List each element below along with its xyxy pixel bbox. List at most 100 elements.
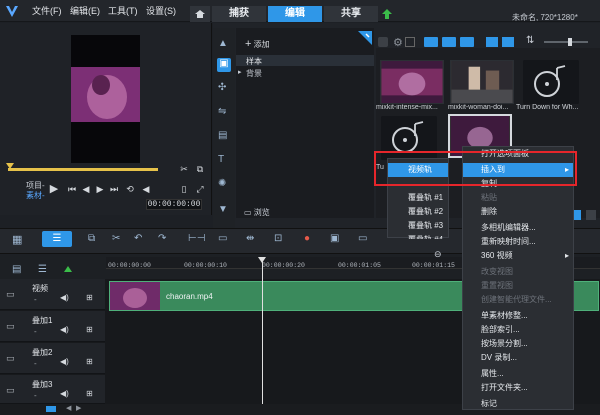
split-icon[interactable]: ⧉ xyxy=(194,163,206,175)
audio-thumb-1[interactable] xyxy=(523,60,579,104)
collapse-down-icon[interactable]: ▼ xyxy=(218,204,228,215)
import-icon[interactable] xyxy=(378,37,388,47)
menu-file[interactable]: 文件(F) xyxy=(32,4,62,18)
submenu-overlay-1[interactable]: 覆叠轨 #1 xyxy=(388,191,448,205)
scroll-right-icon[interactable]: ▶ xyxy=(76,404,81,412)
scroll-indicator[interactable] xyxy=(46,406,56,412)
mute-icon[interactable]: ◀) xyxy=(60,293,69,302)
checkbox-filter[interactable] xyxy=(405,37,415,47)
grid-icon[interactable]: ⊞ xyxy=(86,293,93,302)
go-start-icon[interactable]: ⏮ xyxy=(66,183,78,195)
browse-button[interactable]: ▭ 浏览 xyxy=(244,207,270,218)
track-manager-icon[interactable]: ▤ xyxy=(12,264,21,275)
clip-icon[interactable]: ▯ xyxy=(178,183,190,195)
repeat-icon[interactable]: ⟲ xyxy=(124,183,136,195)
mask-icon[interactable]: ▣ xyxy=(330,233,339,244)
prev-frame-icon[interactable]: ◀ xyxy=(80,183,92,195)
track-motion-icon[interactable]: ⊢⊣ xyxy=(188,233,205,244)
timecode-display[interactable]: 00:00:00:00 xyxy=(146,199,202,210)
grid-icon[interactable]: ⊞ xyxy=(86,357,93,366)
media-thumb-2[interactable] xyxy=(450,60,514,104)
zoom-out-icon[interactable]: ⊖ xyxy=(434,249,442,260)
go-end-icon[interactable]: ⏭ xyxy=(108,183,120,195)
title-icon[interactable]: T xyxy=(218,154,224,165)
graphics-icon[interactable]: ▤ xyxy=(218,130,227,141)
media-icon[interactable]: ▣ xyxy=(217,58,231,72)
redo-icon[interactable]: ↷ xyxy=(158,233,166,244)
add-folder-button[interactable]: + 添加 xyxy=(245,38,270,50)
zoom-slider[interactable] xyxy=(544,41,588,43)
sort-icon[interactable]: ⇅ xyxy=(526,35,534,46)
menu-split-scene[interactable]: 按场景分割... xyxy=(463,337,573,351)
menu-edit[interactable]: 编辑(E) xyxy=(70,4,100,18)
submenu-overlay-2[interactable]: 覆叠轨 #2 xyxy=(388,205,448,219)
menu-paste[interactable]: 粘贴 xyxy=(463,191,573,205)
list-view-icon[interactable] xyxy=(486,37,498,47)
track-name[interactable]: 视频 xyxy=(32,283,48,294)
tools-icon[interactable]: ✂ xyxy=(112,233,120,244)
thumbnail-view-icon[interactable] xyxy=(502,37,514,47)
menu-multicam[interactable]: 多相机编辑器... xyxy=(463,221,573,235)
scroll-left-icon[interactable]: ◀ xyxy=(66,404,71,412)
menu-smart-proxy[interactable]: 创建智能代理文件... xyxy=(463,293,573,307)
menu-tools[interactable]: 工具(T) xyxy=(108,4,138,18)
filter-icon[interactable]: ✺ xyxy=(218,178,226,189)
upload-icon[interactable] xyxy=(381,8,393,20)
home-tab[interactable] xyxy=(190,6,210,22)
mute-icon[interactable]: ◀) xyxy=(60,325,69,334)
instant-project-icon[interactable]: ✣ xyxy=(218,82,226,93)
submenu-overlay-4[interactable]: 覆叠轨 #4 xyxy=(388,233,448,239)
show-video-icon[interactable] xyxy=(424,37,438,47)
trim-bar[interactable] xyxy=(8,168,158,171)
storyboard-view-icon[interactable]: ▦ xyxy=(12,233,22,246)
folder-expand-icon[interactable]: ▸ xyxy=(238,68,242,76)
zoom-slider-handle[interactable] xyxy=(568,38,572,46)
collapse-up-icon[interactable]: ▲ xyxy=(218,38,228,49)
track-name[interactable]: 叠加3 xyxy=(32,379,52,390)
submenu-overlay-3[interactable]: 覆叠轨 #3 xyxy=(388,219,448,233)
clip-label[interactable]: 素材- xyxy=(26,190,45,201)
tab-share[interactable]: 共享 xyxy=(324,6,378,22)
trim-start-handle[interactable] xyxy=(6,163,14,169)
marker-icon[interactable] xyxy=(64,266,72,272)
pin-icon[interactable] xyxy=(358,31,372,45)
show-audio-icon[interactable] xyxy=(460,37,474,47)
pan-zoom-icon[interactable]: ⊡ xyxy=(274,233,282,244)
menu-face-index[interactable]: 脸部索引... xyxy=(463,323,573,337)
mute-icon[interactable]: ◀) xyxy=(60,357,69,366)
add-track-icon[interactable]: ⧉ xyxy=(88,233,95,244)
folder-background[interactable]: 背景 xyxy=(246,68,262,79)
show-photo-icon[interactable] xyxy=(442,37,456,47)
next-frame-icon[interactable]: ▶ xyxy=(94,183,106,195)
menu-reset-view[interactable]: 重置视图 xyxy=(463,279,573,293)
folder-sample[interactable]: 样本 xyxy=(246,56,262,67)
library-expand-icon[interactable] xyxy=(586,210,596,220)
menu-delete[interactable]: 删除 xyxy=(463,205,573,219)
subtitle-icon[interactable]: ▭ xyxy=(218,233,227,244)
track-name[interactable]: 叠加1 xyxy=(32,315,52,326)
play-icon[interactable]: ▶ xyxy=(48,183,60,195)
menu-properties[interactable]: 属性... xyxy=(463,367,573,381)
media-thumb-1[interactable] xyxy=(380,60,444,104)
chapter-icon[interactable]: ☰ xyxy=(38,264,47,275)
menu-marker[interactable]: 标记 xyxy=(463,397,573,411)
grid-icon[interactable]: ⊞ xyxy=(86,389,93,398)
tab-edit[interactable]: 编辑 xyxy=(268,6,322,22)
menu-time-remap[interactable]: 重新映射时间... xyxy=(463,235,573,249)
undo-icon[interactable]: ↶ xyxy=(134,233,142,244)
menu-change-view[interactable]: 改变视图 xyxy=(463,265,573,279)
menu-single-trim[interactable]: 单素材修整... xyxy=(463,309,573,323)
timeline-view-icon[interactable]: ☰ xyxy=(42,231,72,247)
fit-icon[interactable]: ⇹ xyxy=(246,233,254,244)
menu-settings[interactable]: 设置(S) xyxy=(146,4,176,18)
fullscreen-icon[interactable]: ⤢ xyxy=(194,183,206,195)
record-icon[interactable]: ● xyxy=(304,233,310,244)
scissors-icon[interactable]: ✂ xyxy=(178,163,190,175)
grid-icon[interactable]: ⊞ xyxy=(86,325,93,334)
mute-icon[interactable]: ◀) xyxy=(60,389,69,398)
tab-capture[interactable]: 捕获 xyxy=(212,6,266,22)
transition-icon[interactable]: ⇋ xyxy=(218,106,226,117)
camera-icon[interactable]: ▭ xyxy=(358,233,367,244)
menu-open-folder[interactable]: 打开文件夹... xyxy=(463,381,573,395)
volume-icon[interactable]: ◀ xyxy=(140,183,152,195)
